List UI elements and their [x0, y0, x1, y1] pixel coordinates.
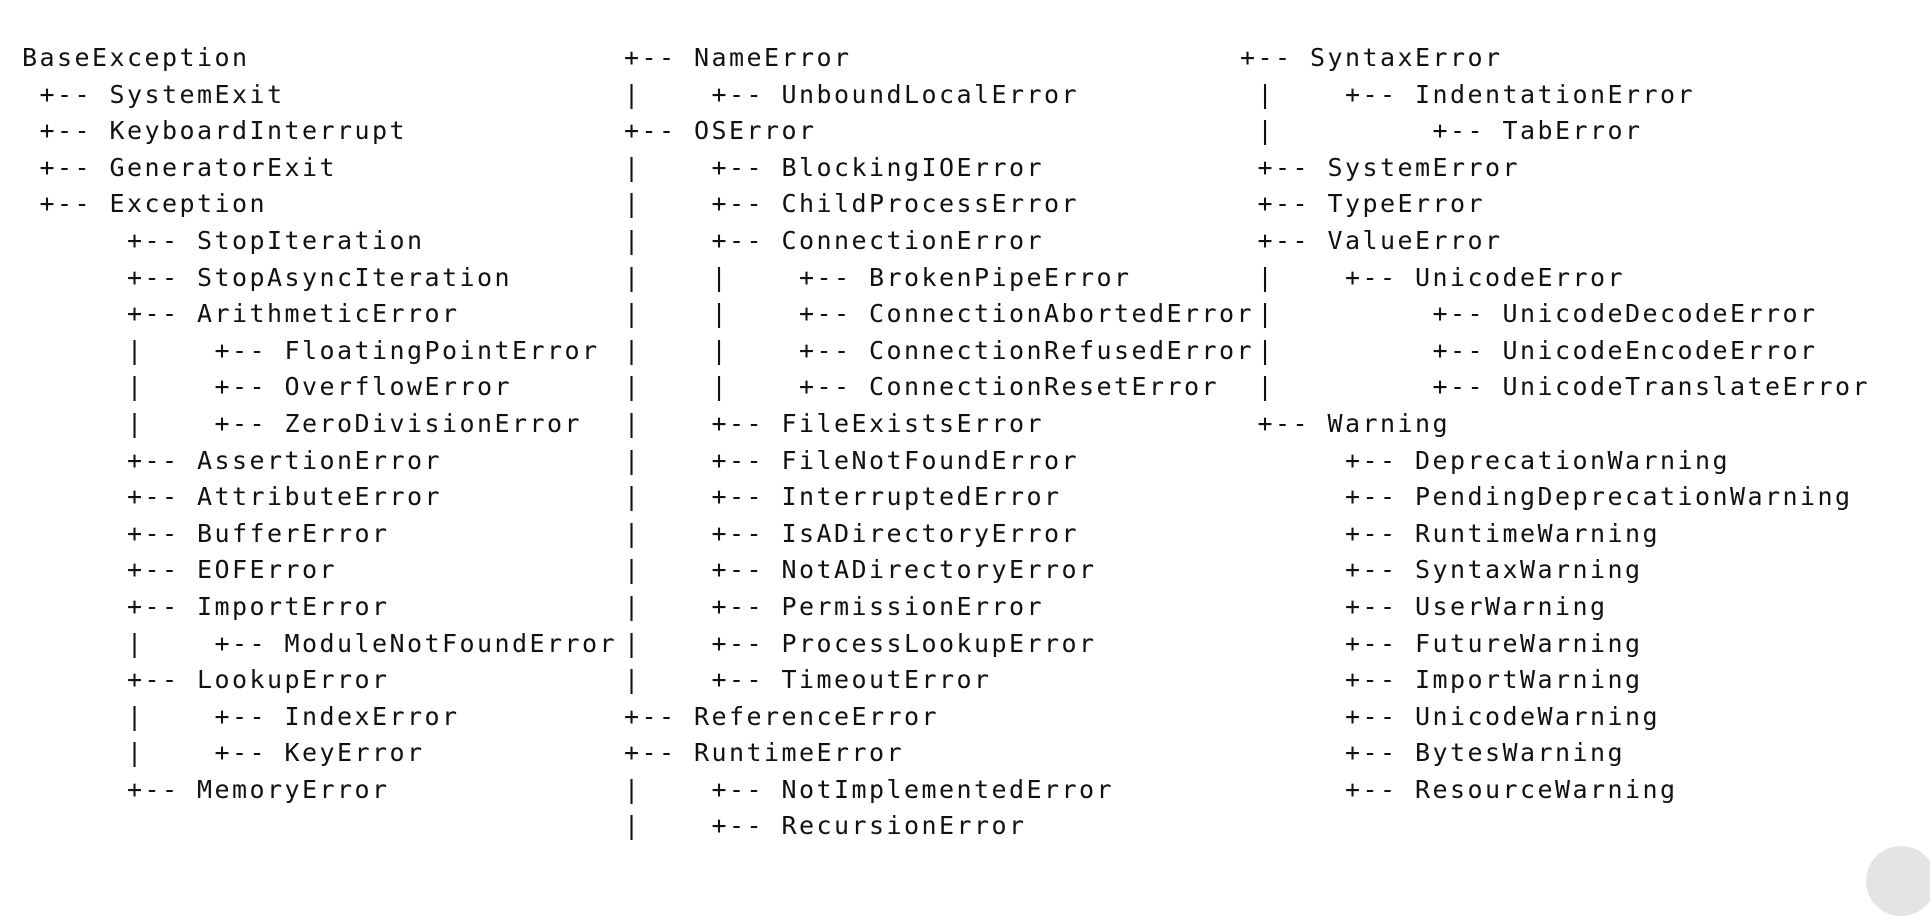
- exception-hierarchy-line: +-- StopIteration: [22, 225, 425, 255]
- exception-hierarchy-line: | +-- IndentationError: [1240, 79, 1696, 109]
- exception-hierarchy-line: | +-- UnicodeEncodeError: [1240, 335, 1818, 365]
- exception-hierarchy-line: | | +-- BrokenPipeError: [624, 262, 1132, 292]
- exception-hierarchy-line: +-- OSError: [624, 116, 817, 146]
- exception-hierarchy-line: +-- SyntaxError: [1240, 43, 1503, 72]
- exception-hierarchy-line: +-- DeprecationWarning: [1240, 445, 1731, 475]
- exception-hierarchy-line: +-- KeyboardInterrupt: [22, 116, 408, 146]
- exception-hierarchy-line: +-- LookupError: [22, 665, 390, 695]
- exception-hierarchy-line: +-- UnicodeWarning: [1240, 701, 1661, 731]
- exception-hierarchy-line: +-- RuntimeError: [624, 738, 905, 768]
- exception-hierarchy-line: | | +-- ConnectionRefusedError: [624, 335, 1255, 365]
- exception-hierarchy-line: | +-- IndexError: [22, 701, 460, 731]
- exception-hierarchy-line: | +-- RecursionError: [624, 811, 1027, 841]
- exception-hierarchy-line: | +-- ZeroDivisionError: [22, 408, 583, 438]
- exception-hierarchy-line: +-- Exception: [22, 189, 268, 219]
- exception-hierarchy-line: | +-- FloatingPointError: [22, 335, 600, 365]
- exception-hierarchy-line: | +-- TimeoutError: [624, 665, 992, 695]
- exception-hierarchy-line: +-- UserWarning: [1240, 591, 1608, 621]
- hierarchy-column-left: BaseException +-- SystemExit +-- Keyboar…: [22, 40, 617, 808]
- exception-hierarchy-line: +-- EOFError: [22, 555, 338, 585]
- hierarchy-column-right: +-- SyntaxError | +-- IndentationError |…: [1240, 40, 1870, 808]
- exception-hierarchy-line: | +-- IsADirectoryError: [624, 518, 1080, 548]
- exception-hierarchy-line: | +-- ChildProcessError: [624, 189, 1080, 219]
- exception-hierarchy-line: +-- BufferError: [22, 518, 390, 548]
- exception-hierarchy-line: +-- ResourceWarning: [1240, 774, 1678, 804]
- exception-hierarchy-line: +-- ImportWarning: [1240, 665, 1643, 695]
- exception-hierarchy-line: | +-- InterruptedError: [624, 482, 1062, 512]
- exception-hierarchy-line: | +-- ConnectionError: [624, 225, 1045, 255]
- exception-hierarchy-line: +-- SystemError: [1240, 152, 1521, 182]
- exception-hierarchy-line: +-- ImportError: [22, 591, 390, 621]
- exception-hierarchy-line: +-- ReferenceError: [624, 701, 940, 731]
- exception-hierarchy-line: BaseException: [22, 43, 250, 72]
- exception-hierarchy-line: +-- PendingDeprecationWarning: [1240, 482, 1853, 512]
- exception-hierarchy-line: | +-- TabError: [1240, 116, 1643, 146]
- exception-hierarchy-line: +-- FutureWarning: [1240, 628, 1643, 658]
- exception-hierarchy-line: | +-- KeyError: [22, 738, 425, 768]
- exception-hierarchy-line: +-- ArithmeticError: [22, 299, 460, 329]
- corner-circle-decoration: [1866, 846, 1930, 916]
- exception-hierarchy-line: +-- Warning: [1240, 408, 1451, 438]
- exception-hierarchy-line: | +-- UnicodeError: [1240, 262, 1626, 292]
- exception-hierarchy-line: | +-- NotImplementedError: [624, 774, 1115, 804]
- exception-hierarchy-line: +-- StopAsyncIteration: [22, 262, 513, 292]
- exception-hierarchy-line: | +-- PermissionError: [624, 591, 1045, 621]
- exception-hierarchy-line: +-- AttributeError: [22, 482, 443, 512]
- exception-hierarchy-line: +-- BytesWarning: [1240, 738, 1626, 768]
- exception-hierarchy-line: | +-- UnicodeDecodeError: [1240, 299, 1818, 329]
- exception-hierarchy-line: | +-- ProcessLookupError: [624, 628, 1097, 658]
- exception-hierarchy-line: +-- SyntaxWarning: [1240, 555, 1643, 585]
- exception-hierarchy-line: | +-- UnicodeTranslateError: [1240, 372, 1871, 402]
- exception-hierarchy-line: | +-- UnboundLocalError: [624, 79, 1080, 109]
- exception-hierarchy-line: | +-- ModuleNotFoundError: [22, 628, 618, 658]
- exception-hierarchy-line: | +-- NotADirectoryError: [624, 555, 1097, 585]
- exception-hierarchy-line: | | +-- ConnectionResetError: [624, 372, 1220, 402]
- exception-hierarchy-line: +-- TypeError: [1240, 189, 1486, 219]
- exception-hierarchy-line: +-- NameError: [624, 43, 852, 72]
- exception-hierarchy-line: | +-- BlockingIOError: [624, 152, 1045, 182]
- exception-hierarchy-line: | +-- FileNotFoundError: [624, 445, 1080, 475]
- exception-hierarchy-line: +-- GeneratorExit: [22, 152, 338, 182]
- hierarchy-column-middle: +-- NameError | +-- UnboundLocalError +-- …: [624, 40, 1254, 845]
- exception-hierarchy-line: +-- SystemExit: [22, 79, 285, 109]
- exception-hierarchy-line: +-- AssertionError: [22, 445, 443, 475]
- exception-hierarchy-line: +-- RuntimeWarning: [1240, 518, 1661, 548]
- exception-hierarchy-line: +-- ValueError: [1240, 225, 1503, 255]
- exception-hierarchy-line: +-- MemoryError: [22, 774, 390, 804]
- exception-hierarchy-line: | +-- FileExistsError: [624, 408, 1045, 438]
- exception-hierarchy-line: | +-- OverflowError: [22, 372, 513, 402]
- exception-hierarchy-line: | | +-- ConnectionAbortedError: [624, 299, 1255, 329]
